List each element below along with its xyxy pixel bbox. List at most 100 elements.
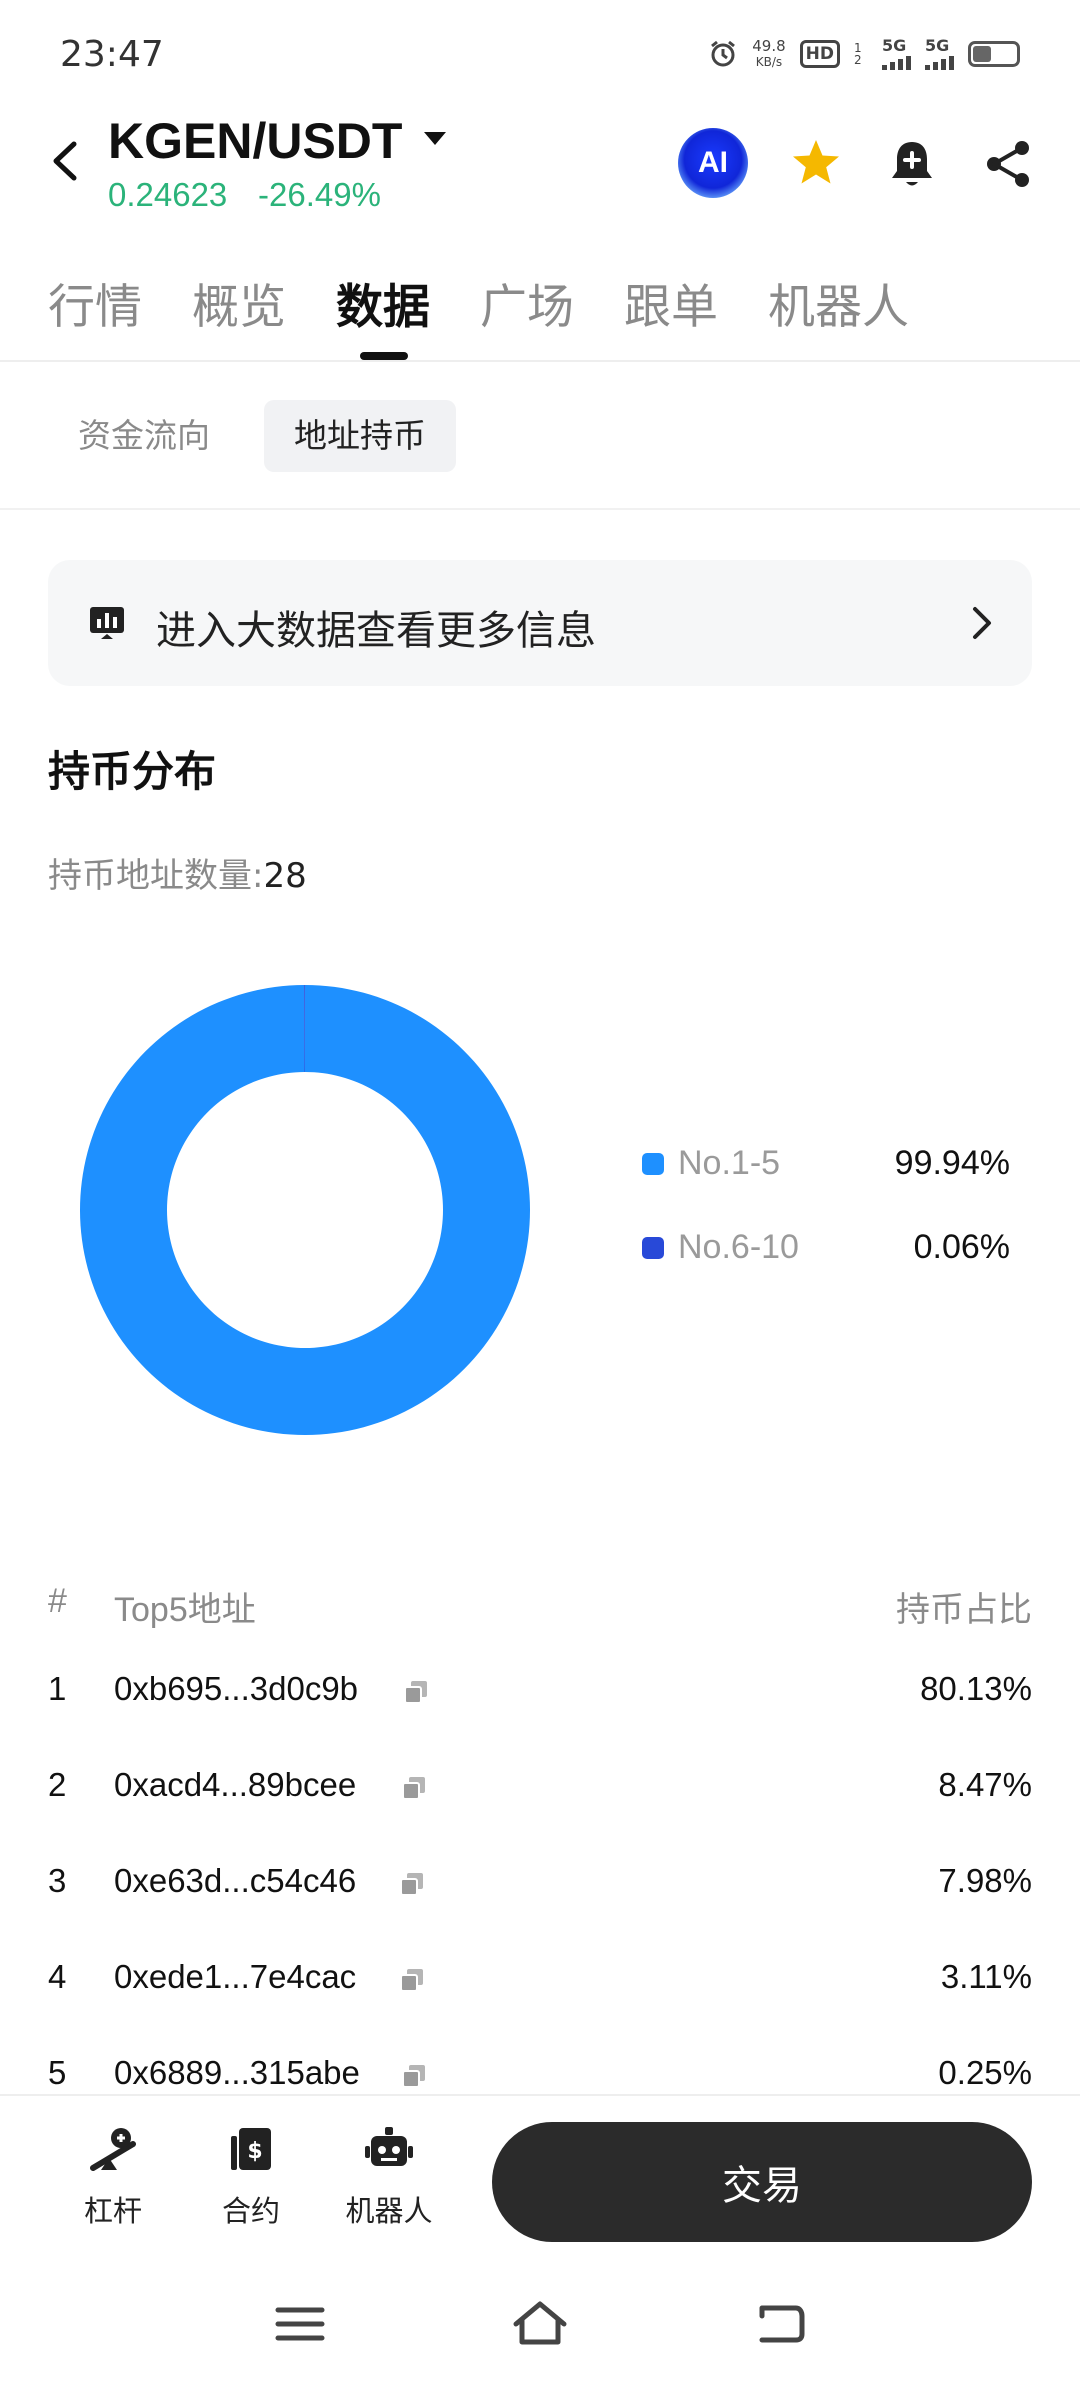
row-address: 0xb695...3d0c9b <box>114 1670 359 1707</box>
table-row: 5 0x6889...315abe 0.25% <box>48 2032 1032 2100</box>
status-bar: 23:47 49.8 KB/s HD 1 2 5G 5G <box>0 0 1080 110</box>
banner-text: 进入大数据查看更多信息 <box>156 608 596 654</box>
trade-button[interactable]: 交易 <box>492 2122 1032 2242</box>
tab-data[interactable]: 数据 <box>336 268 430 337</box>
distribution-title: 持币分布 <box>48 747 217 796</box>
pair-change: -26.49% <box>258 176 381 213</box>
subtab-address-holdings[interactable]: 地址持币 <box>264 400 456 472</box>
holder-count-label: 持币地址数量: <box>48 856 264 896</box>
table-row: 2 0xacd4...89bcee 8.47% <box>48 1744 1032 1840</box>
big-data-banner[interactable]: 进入大数据查看更多信息 <box>48 560 1032 686</box>
legend-label: No.6-10 <box>678 1228 799 1266</box>
copy-icon[interactable] <box>398 1870 426 1898</box>
row-address: 0xe63d...c54c46 <box>114 1862 357 1899</box>
copy-icon[interactable] <box>398 1966 426 1994</box>
net-speed-value: 49.8 <box>752 37 786 55</box>
svg-text:$: $ <box>247 2139 262 2164</box>
signal-1: 5G <box>882 38 911 70</box>
legend-item: No.6-10 0.06% <box>640 1224 1020 1274</box>
hd-label: HD <box>805 44 834 64</box>
tab-robot[interactable]: 机器人 <box>768 268 909 337</box>
tab-square[interactable]: 广场 <box>480 268 574 337</box>
pair-price: 0.24623 <box>108 176 228 213</box>
signal-bars-icon <box>925 54 954 70</box>
robot-icon <box>365 2127 413 2166</box>
legend-item: No.1-5 99.94% <box>640 1140 1020 1190</box>
status-icons: 49.8 KB/s HD 1 2 5G 5G <box>708 38 1020 70</box>
row-share: 0.25% <box>938 2054 1032 2091</box>
row-address: 0xacd4...89bcee <box>114 1766 357 1803</box>
contract-button[interactable]: $ 合约 <box>196 2124 306 2234</box>
battery-level <box>973 46 991 62</box>
copy-icon[interactable] <box>402 1678 430 1706</box>
table-row: 3 0xe63d...c54c46 7.98% <box>48 1840 1032 1936</box>
row-rank: 5 <box>48 2054 67 2091</box>
tab-market[interactable]: 行情 <box>48 268 142 337</box>
top-holders-table: # Top5地址 持币占比 1 0xb695...3d0c9b 80.13% 2… <box>48 1570 1032 2100</box>
header-share: 持币占比 <box>896 1591 1032 1629</box>
star-icon[interactable] <box>786 134 846 194</box>
row-share: 8.47% <box>938 1766 1032 1803</box>
header: KGEN/USDT 0.24623 -26.49% AI <box>0 110 1080 230</box>
table-row: 1 0xb695...3d0c9b 80.13% <box>48 1648 1032 1744</box>
pair-dropdown-caret-icon[interactable] <box>424 132 446 145</box>
subtab-fund-flow[interactable]: 资金流向 <box>78 400 210 472</box>
hd-badge: HD <box>799 40 840 68</box>
ai-label: AI <box>698 146 728 179</box>
bottom-action-bar: 杠杆 $ 合约 机器人 交易 <box>0 2094 1080 2254</box>
pair-title[interactable]: KGEN/USDT <box>108 112 402 170</box>
signal-2-label: 5G <box>925 36 950 55</box>
home-icon[interactable] <box>510 2294 570 2354</box>
share-icon[interactable] <box>978 134 1038 194</box>
bell-plus-icon[interactable] <box>882 134 942 194</box>
leverage-button[interactable]: 杠杆 <box>58 2124 168 2234</box>
legend-label: No.1-5 <box>678 1144 781 1182</box>
robot-label: 机器人 <box>345 2194 433 2228</box>
legend-value: 0.06% <box>913 1228 1010 1266</box>
signal-bars-icon <box>882 54 911 70</box>
net-speed: 49.8 KB/s <box>752 38 785 70</box>
legend-swatch <box>642 1153 664 1175</box>
robot-button[interactable]: 机器人 <box>334 2124 444 2234</box>
header-rank: # <box>48 1582 67 1620</box>
contract-icon: $ <box>231 2128 271 2170</box>
row-rank: 2 <box>48 1766 67 1803</box>
contract-label: 合约 <box>221 2194 280 2228</box>
leverage-label: 杠杆 <box>83 2194 142 2228</box>
battery-icon <box>968 41 1020 67</box>
holder-count: 持币地址数量:28 <box>48 848 307 897</box>
row-share: 80.13% <box>920 1670 1032 1707</box>
row-rank: 3 <box>48 1862 67 1899</box>
menu-icon[interactable] <box>270 2294 330 2354</box>
chevron-right-icon <box>973 607 991 639</box>
hd-sim-index: 1 2 <box>854 41 862 67</box>
tab-overview[interactable]: 概览 <box>192 268 286 337</box>
tab-copy-trade[interactable]: 跟单 <box>624 268 718 337</box>
copy-icon[interactable] <box>400 2062 428 2090</box>
active-tab-indicator <box>360 352 408 360</box>
signal-2: 5G <box>925 38 954 70</box>
chart-monitor-icon <box>90 607 124 639</box>
row-share: 7.98% <box>938 1862 1032 1899</box>
system-nav-bar <box>0 2254 1080 2400</box>
status-time: 23:47 <box>60 34 164 75</box>
legend-swatch <box>642 1237 664 1259</box>
legend-value: 99.94% <box>894 1144 1010 1182</box>
row-rank: 1 <box>48 1670 67 1707</box>
row-share: 3.11% <box>940 1958 1032 1995</box>
table-row: 4 0xede1...7e4cac 3.11% <box>48 1936 1032 2032</box>
alarm-icon <box>711 40 736 67</box>
trade-label: 交易 <box>722 2163 802 2209</box>
holder-count-value: 28 <box>263 856 307 896</box>
header-address: Top5地址 <box>114 1591 256 1629</box>
back-arrow-icon[interactable] <box>44 136 88 186</box>
signal-1-label: 5G <box>882 36 907 55</box>
net-speed-unit: KB/s <box>755 55 783 69</box>
leverage-icon <box>90 2128 136 2171</box>
row-rank: 4 <box>48 1958 67 1995</box>
row-address: 0xede1...7e4cac <box>114 1958 357 1995</box>
main-tabs: 行情 概览 数据 广场 跟单 机器人 <box>0 262 1080 362</box>
back-icon[interactable] <box>750 2294 810 2354</box>
copy-icon[interactable] <box>400 1774 428 1802</box>
ai-button[interactable]: AI <box>678 128 748 198</box>
